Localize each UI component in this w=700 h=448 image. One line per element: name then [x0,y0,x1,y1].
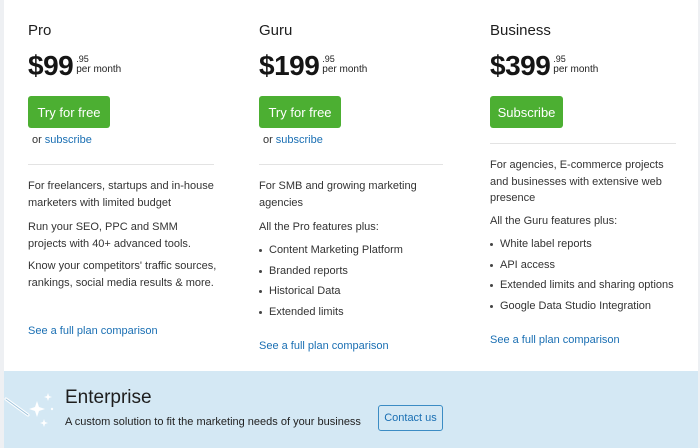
subscribe-link[interactable]: subscribe [276,134,323,146]
price-cents: .95 [322,54,335,64]
price-cents: .95 [76,54,89,64]
try-for-free-button[interactable]: Try for free [259,96,341,128]
plan-comparison-link[interactable]: See a full plan comparison [259,340,389,352]
divider [259,164,443,165]
plan-name: Pro [28,22,52,39]
list-item: White label reports [490,236,674,257]
plan-description: For SMB and growing marketing agencies [259,180,417,209]
or-text: or [32,134,42,146]
price-amount: $99 [28,50,74,81]
list-item: Historical Data [259,283,403,304]
plan-name: Business [490,22,551,39]
try-for-free-button[interactable]: Try for free [28,96,110,128]
plan-price: $399 .95 per month [490,50,598,82]
subscribe-button[interactable]: Subscribe [490,96,563,128]
list-item: Content Marketing Platform [259,242,403,263]
features-intro: All the Pro features plus: [259,221,379,233]
feature-list: White label reports API access Extended … [490,236,674,318]
price-amount: $399 [490,50,551,81]
enterprise-title: Enterprise [65,387,152,408]
price-period: per month [76,64,122,75]
features-intro: All the Guru features plus: [490,215,618,227]
list-item: Extended limits and sharing options [490,277,674,298]
plan-paragraph: Run your SEO, PPC and SMM projects with … [28,221,191,250]
feature-list: Content Marketing Platform Branded repor… [259,242,403,324]
plan-paragraph: Know your competitors' traffic sources, … [28,260,217,289]
or-text: or [263,134,273,146]
price-period: per month [322,64,368,75]
or-subscribe-line: or subscribe [32,134,92,146]
plan-price: $199 .95 per month [259,50,367,82]
magic-wand-icon [4,393,54,427]
subscribe-link[interactable]: subscribe [45,134,92,146]
plan-comparison-link[interactable]: See a full plan comparison [28,325,158,337]
or-subscribe-line: or subscribe [263,134,323,146]
pricing-panel: Pro $99 .95 per month Try for free or sub… [4,0,698,448]
plan-name: Guru [259,22,293,39]
enterprise-subtitle: A custom solution to fit the marketing n… [65,416,361,428]
list-item: Extended limits [259,304,403,325]
plan-comparison-link[interactable]: See a full plan comparison [490,334,620,346]
price-amount: $199 [259,50,320,81]
enterprise-banner: Enterprise A custom solution to fit the … [4,371,698,448]
list-item: Google Data Studio Integration [490,298,674,319]
divider [490,143,676,144]
plan-description: For agencies, E-commerce projects and bu… [490,159,664,204]
list-item: API access [490,257,674,278]
price-period: per month [553,64,599,75]
plan-price: $99 .95 per month [28,50,121,82]
list-item: Branded reports [259,263,403,284]
price-cents: .95 [553,54,566,64]
plan-description: For freelancers, startups and in-house m… [28,180,214,209]
divider [28,164,214,165]
contact-us-button[interactable]: Contact us [378,405,443,431]
